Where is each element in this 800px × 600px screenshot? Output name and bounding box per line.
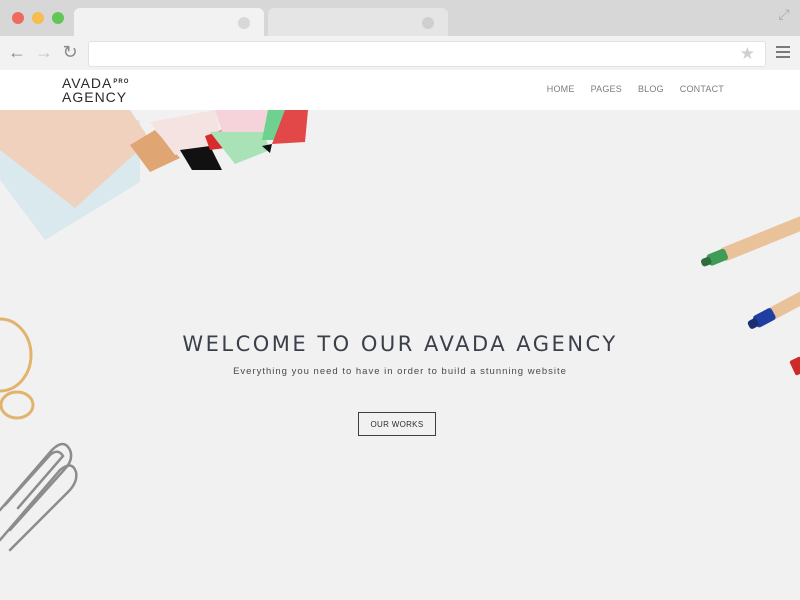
our-works-button[interactable]: OUR WORKS (358, 412, 436, 436)
hero-subtitle: Everything you need to have in order to … (233, 366, 567, 377)
menu-icon[interactable] (776, 46, 790, 61)
browser-chrome: ⤢ ← → ↻ ★ (0, 0, 800, 70)
close-window-button[interactable] (12, 12, 24, 24)
main-navigation: HOME PAGES BLOG CONTACT (547, 84, 724, 94)
paper-clips (0, 442, 78, 552)
rose-paper-shape (215, 110, 272, 132)
reload-icon[interactable]: ↻ (60, 42, 80, 62)
hero-section: WELCOME TO OUR AVADA AGENCY Everything y… (0, 110, 800, 600)
maximize-window-button[interactable] (52, 12, 64, 24)
logo-line-2: AGENCY (62, 89, 128, 105)
logo-pro-badge: PRO (113, 79, 130, 85)
address-bar[interactable]: ★ (88, 41, 766, 67)
minimize-window-button[interactable] (32, 12, 44, 24)
expand-icon[interactable]: ⤢ (776, 6, 792, 22)
browser-tab-inactive[interactable] (268, 8, 448, 36)
forward-arrow-icon[interactable]: → (34, 42, 54, 62)
nav-link-blog[interactable]: BLOG (638, 84, 664, 94)
bookmark-star-icon[interactable]: ★ (740, 44, 755, 64)
site-header: AVADAPRO AGENCY HOME PAGES BLOG CONTACT (0, 70, 800, 110)
site-logo[interactable]: AVADAPRO AGENCY (62, 76, 129, 104)
hero-title: WELCOME TO OUR AVADA AGENCY (182, 332, 618, 356)
browser-toolbar: ← → ↻ ★ (0, 36, 800, 70)
black-paper-shape (180, 146, 222, 170)
nav-link-contact[interactable]: CONTACT (680, 84, 724, 94)
nav-link-home[interactable]: HOME (547, 84, 575, 94)
back-arrow-icon[interactable]: ← (7, 42, 27, 62)
tab-close-icon[interactable] (422, 17, 434, 29)
browser-tab-active[interactable] (74, 8, 264, 36)
nav-link-pages[interactable]: PAGES (591, 84, 622, 94)
tab-close-icon[interactable] (238, 17, 250, 29)
rubber-band-small (0, 390, 35, 420)
